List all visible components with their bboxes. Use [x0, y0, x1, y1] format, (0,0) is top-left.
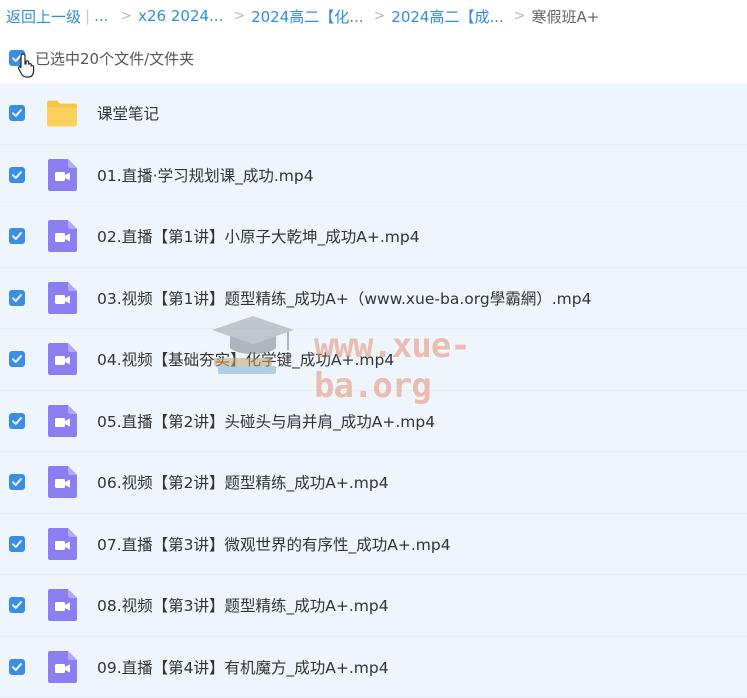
file-row[interactable]: 03.视频【第1讲】题型精练_成功A+（www.xue-ba.org學霸網）.m…: [0, 268, 747, 330]
breadcrumb-current: 寒假班A+: [532, 6, 600, 27]
file-list: 课堂笔记 01.直播·学习规划课_成功.mp4 02.直播【第1讲】小原子大乾坤_成…: [0, 83, 747, 698]
breadcrumb-more[interactable]: ...: [94, 7, 108, 25]
file-name[interactable]: 课堂笔记: [97, 102, 159, 124]
breadcrumb-item-2[interactable]: 2024高二【化...: [251, 6, 363, 27]
file-name[interactable]: 03.视频【第1讲】题型精练_成功A+（www.xue-ba.org學霸網）.m…: [97, 287, 591, 309]
file-row[interactable]: 07.直播【第3讲】微观世界的有序性_成功A+.mp4: [0, 514, 747, 576]
file-name[interactable]: 04.视频【基础夯实】化学键_成功A+.mp4: [97, 348, 394, 370]
row-checkbox[interactable]: [9, 228, 25, 244]
video-file-icon: [46, 588, 78, 622]
file-name[interactable]: 07.直播【第3讲】微观世界的有序性_成功A+.mp4: [97, 533, 451, 555]
checkbox-checked-icon: [11, 292, 23, 304]
file-name[interactable]: 06.视频【第2讲】题型精练_成功A+.mp4: [97, 471, 389, 493]
file-row[interactable]: 05.直播【第2讲】头碰头与肩并肩_成功A+.mp4: [0, 391, 747, 453]
breadcrumb-chevron-icon: >: [120, 8, 132, 24]
video-file-icon: [46, 650, 78, 684]
video-file-icon: [46, 527, 78, 561]
row-checkbox[interactable]: [9, 290, 25, 306]
file-row[interactable]: 01.直播·学习规划课_成功.mp4: [0, 145, 747, 207]
video-file-icon: [46, 219, 78, 253]
row-checkbox[interactable]: [9, 105, 25, 121]
checkbox-checked-icon: [11, 230, 23, 242]
row-checkbox[interactable]: [9, 351, 25, 367]
file-row[interactable]: 04.视频【基础夯实】化学键_成功A+.mp4: [0, 329, 747, 391]
folder-icon: [46, 96, 78, 130]
breadcrumb-chevron-icon: >: [233, 8, 245, 24]
row-checkbox[interactable]: [9, 474, 25, 490]
checkbox-checked-icon: [11, 415, 23, 427]
row-checkbox[interactable]: [9, 536, 25, 552]
breadcrumb-divider: |: [85, 7, 90, 25]
hand-cursor-icon: [16, 52, 36, 80]
checkbox-checked-icon: [11, 538, 23, 550]
checkbox-checked-icon: [11, 353, 23, 365]
checkbox-checked-icon: [11, 599, 23, 611]
file-name[interactable]: 02.直播【第1讲】小原子大乾坤_成功A+.mp4: [97, 225, 420, 247]
video-file-icon: [46, 158, 78, 192]
file-name[interactable]: 09.直播【第4讲】有机魔方_成功A+.mp4: [97, 656, 389, 678]
back-link[interactable]: 返回上一级: [6, 6, 81, 27]
file-name[interactable]: 08.视频【第3讲】题型精练_成功A+.mp4: [97, 594, 389, 616]
selection-count: 已选中20个文件/文件夹: [35, 48, 194, 69]
breadcrumb-chevron-icon: >: [514, 8, 526, 24]
file-name[interactable]: 05.直播【第2讲】头碰头与肩并肩_成功A+.mp4: [97, 410, 435, 432]
breadcrumb-chevron-icon: >: [374, 8, 386, 24]
file-row[interactable]: 02.直播【第1讲】小原子大乾坤_成功A+.mp4: [0, 206, 747, 268]
file-name[interactable]: 01.直播·学习规划课_成功.mp4: [97, 164, 314, 186]
video-file-icon: [46, 342, 78, 376]
row-checkbox[interactable]: [9, 659, 25, 675]
checkbox-checked-icon: [11, 476, 23, 488]
breadcrumb-item-1[interactable]: x26 2024...: [138, 7, 223, 25]
checkbox-checked-icon: [11, 107, 23, 119]
file-row[interactable]: 09.直播【第4讲】有机魔方_成功A+.mp4: [0, 637, 747, 698]
row-checkbox[interactable]: [9, 167, 25, 183]
video-file-icon: [46, 465, 78, 499]
folder-row[interactable]: 课堂笔记: [0, 83, 747, 145]
breadcrumb: 返回上一级 | ... > x26 2024... > 2024高二【化... …: [0, 0, 747, 32]
video-file-icon: [46, 281, 78, 315]
selection-bar: 已选中20个文件/文件夹: [0, 40, 747, 76]
file-row[interactable]: 08.视频【第3讲】题型精练_成功A+.mp4: [0, 575, 747, 637]
row-checkbox[interactable]: [9, 413, 25, 429]
video-file-icon: [46, 404, 78, 438]
checkbox-checked-icon: [11, 169, 23, 181]
checkbox-checked-icon: [11, 661, 23, 673]
row-checkbox[interactable]: [9, 597, 25, 613]
file-row[interactable]: 06.视频【第2讲】题型精练_成功A+.mp4: [0, 452, 747, 514]
breadcrumb-item-3[interactable]: 2024高二【成...: [391, 6, 503, 27]
